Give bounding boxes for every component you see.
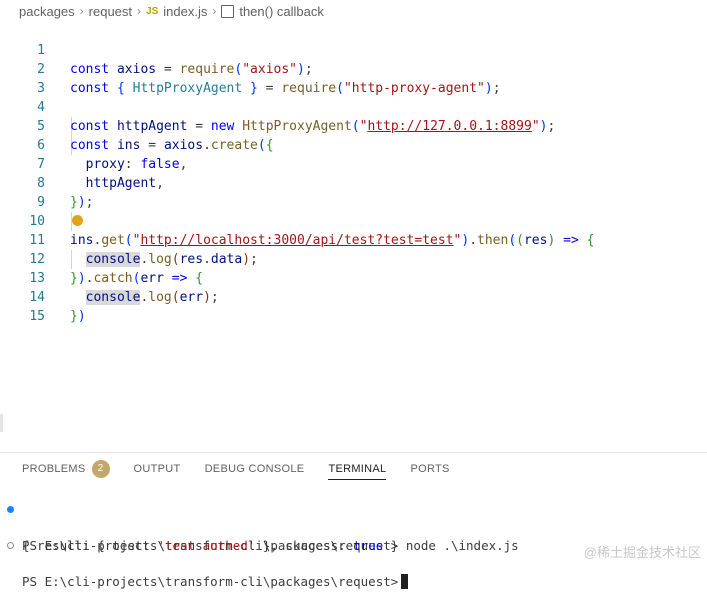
code-line[interactable]: 11 console.log(res.data); bbox=[0, 212, 258, 267]
code-line[interactable]: 7 httpAgent, bbox=[0, 136, 164, 191]
watermark: @稀土掘金技术社区 bbox=[583, 545, 701, 560]
line-number: 15 bbox=[29, 309, 45, 324]
tab-terminal[interactable]: TERMINAL bbox=[328, 453, 387, 485]
tab-problems[interactable]: PROBLEMS 2 bbox=[22, 453, 110, 485]
terminal-line: { result: { test: 'test authed' }, succe… bbox=[22, 538, 399, 553]
breadcrumb-request[interactable]: request bbox=[89, 4, 132, 19]
code-line[interactable]: 12 }).catch(err => { bbox=[0, 231, 203, 286]
code-line[interactable]: 3 bbox=[0, 60, 45, 96]
command-empty-icon[interactable] bbox=[7, 542, 14, 549]
problems-count-badge: 2 bbox=[91, 460, 110, 478]
terminal-cursor bbox=[401, 574, 409, 589]
breadcrumb: packages › request › JS index.js › then(… bbox=[0, 0, 707, 22]
terminal-line: PS E:\cli-projects\transform-cli\package… bbox=[0, 501, 519, 553]
terminal-line: PS E:\cli-projects\transform-cli\package… bbox=[0, 537, 409, 589]
chevron-right-icon: › bbox=[212, 4, 217, 18]
breadcrumb-packages[interactable]: packages bbox=[19, 4, 75, 19]
lightbulb-icon[interactable] bbox=[72, 215, 83, 226]
command-success-icon[interactable] bbox=[7, 506, 14, 513]
javascript-file-icon: JS bbox=[146, 5, 159, 17]
code-line[interactable]: 5 const ins = axios.create({ bbox=[0, 98, 273, 153]
code-line[interactable]: 14 }) bbox=[0, 269, 85, 324]
code-editor[interactable]: 1 const axios = require("axios"); 2 cons… bbox=[0, 22, 707, 452]
code-line[interactable]: 13 console.log(err); bbox=[0, 250, 219, 305]
tab-output[interactable]: OUTPUT bbox=[134, 453, 181, 485]
tab-ports[interactable]: PORTS bbox=[410, 453, 449, 485]
code-line[interactable]: 6 proxy: false, bbox=[0, 117, 187, 172]
terminal-command: node .\index.js bbox=[405, 538, 519, 553]
url-link[interactable]: http://127.0.0.1:8899 bbox=[367, 119, 531, 134]
tab-debug-console[interactable]: DEBUG CONSOLE bbox=[205, 453, 305, 485]
method-cube-icon bbox=[221, 4, 235, 18]
code-line[interactable]: 8 }); bbox=[0, 155, 93, 210]
code-line[interactable]: 9 bbox=[0, 174, 45, 210]
code-line[interactable]: 10 ins.get("http://localhost:3000/api/te… bbox=[0, 193, 594, 248]
bottom-panel: PROBLEMS 2 OUTPUT DEBUG CONSOLE TERMINAL… bbox=[0, 452, 707, 589]
chevron-right-icon: › bbox=[137, 4, 142, 18]
code-line[interactable]: 4 const httpAgent = new HttpProxyAgent("… bbox=[0, 79, 555, 134]
code-line[interactable]: 15 bbox=[0, 288, 45, 324]
chevron-right-icon: › bbox=[79, 4, 84, 18]
panel-tabs: PROBLEMS 2 OUTPUT DEBUG CONSOLE TERMINAL… bbox=[0, 453, 474, 485]
code-line[interactable]: 2 const { HttpProxyAgent } = require("ht… bbox=[0, 41, 500, 96]
breadcrumb-symbol[interactable]: then() callback bbox=[239, 4, 324, 19]
scrollbar-marker bbox=[0, 414, 3, 432]
url-link[interactable]: http://localhost:3000/api/test?test=test bbox=[140, 233, 453, 248]
breadcrumb-file[interactable]: index.js bbox=[163, 4, 207, 19]
code-line[interactable]: 1 const axios = require("axios"); bbox=[0, 22, 313, 77]
